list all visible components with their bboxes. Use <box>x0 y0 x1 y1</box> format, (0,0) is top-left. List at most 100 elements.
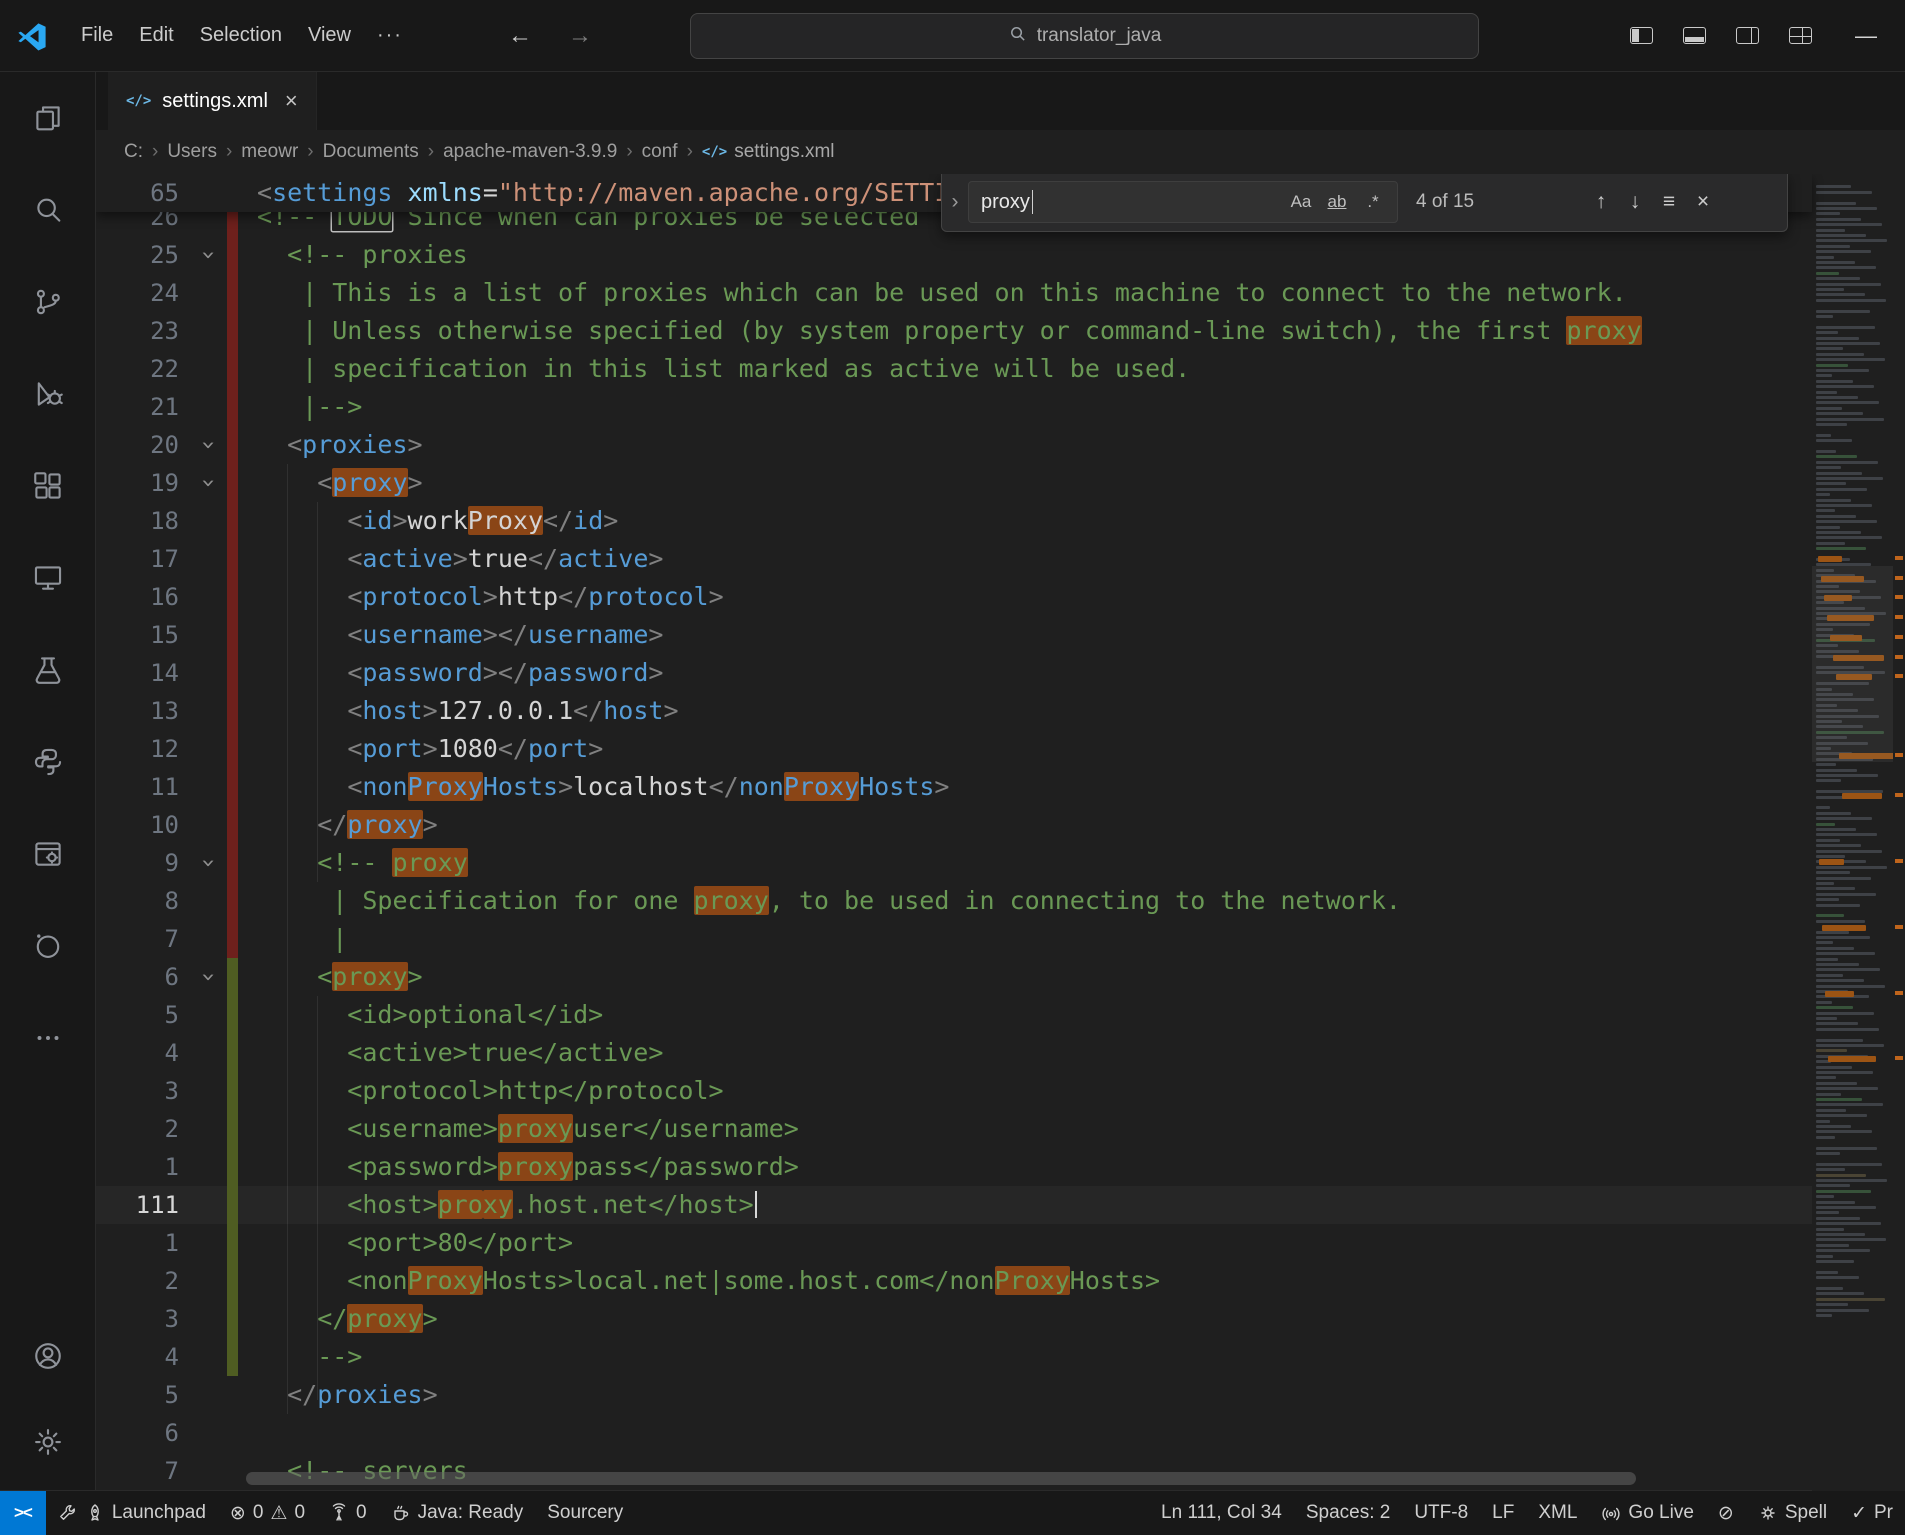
breadcrumb-item[interactable]: apache-maven-3.9.9 <box>443 141 617 163</box>
code-line[interactable]: 6 <box>96 1414 1812 1452</box>
breadcrumb-item[interactable]: conf <box>642 141 678 163</box>
line-number[interactable]: 8 <box>96 882 191 920</box>
line-number[interactable]: 15 <box>96 616 191 654</box>
code-line[interactable]: 3 <protocol>http</protocol> <box>96 1072 1812 1110</box>
overview-ruler[interactable] <box>1893 174 1905 1491</box>
activity-more-icon[interactable] <box>0 992 95 1084</box>
layout-primary-sidebar-icon[interactable] <box>1615 27 1668 44</box>
code-line[interactable]: 15 <username></username> <box>96 616 1812 654</box>
code-line[interactable]: 18 <id>workProxy</id> <box>96 502 1812 540</box>
code-line[interactable]: 11 <nonProxyHosts>localhost</nonProxyHos… <box>96 768 1812 806</box>
fold-chevron-down-icon[interactable]: › <box>191 844 227 882</box>
code-line[interactable]: 14 <password></password> <box>96 654 1812 692</box>
fold-chevron-down-icon[interactable]: › <box>191 958 227 996</box>
line-number[interactable]: 111 <box>96 1186 191 1224</box>
line-number[interactable]: 7 <box>96 920 191 958</box>
line-number[interactable]: 7 <box>96 1452 191 1490</box>
activity-jupyter-icon[interactable] <box>0 900 95 992</box>
status-spell-checker[interactable]: Spell <box>1746 1491 1839 1535</box>
line-number[interactable]: 65 <box>96 174 191 212</box>
code-line[interactable]: 5 <id>optional</id> <box>96 996 1812 1034</box>
breadcrumb-file[interactable]: </>settings.xml <box>702 141 835 163</box>
line-number[interactable]: 21 <box>96 388 191 426</box>
code-line[interactable]: 4 <active>true</active> <box>96 1034 1812 1072</box>
code-line[interactable]: 4 --> <box>96 1338 1812 1376</box>
code-line[interactable]: 1 <password>proxypass</password> <box>96 1148 1812 1186</box>
fold-chevron-down-icon[interactable]: › <box>191 426 227 464</box>
line-number[interactable]: 5 <box>96 996 191 1034</box>
find-next-icon[interactable]: ↓ <box>1618 185 1652 219</box>
menu-view[interactable]: View <box>295 18 364 53</box>
line-number[interactable]: 19 <box>96 464 191 502</box>
status-java-status[interactable]: Java: Ready <box>379 1491 536 1535</box>
back-icon[interactable]: ← <box>508 22 532 50</box>
status-prettier[interactable]: ✓Pr <box>1839 1491 1905 1535</box>
code-line[interactable]: 6› <proxy> <box>96 958 1812 996</box>
status-launchpad[interactable]: Launchpad <box>46 1491 218 1535</box>
fold-chevron-down-icon[interactable]: › <box>191 236 227 274</box>
code-line[interactable]: 1 <port>80</port> <box>96 1224 1812 1262</box>
line-number[interactable]: 10 <box>96 806 191 844</box>
code-line[interactable]: 5 </proxies> <box>96 1376 1812 1414</box>
find-previous-icon[interactable]: ↑ <box>1584 185 1618 219</box>
find-toggle-replace-icon[interactable]: › <box>942 174 968 231</box>
status-cursor-position[interactable]: Ln 111, Col 34 <box>1149 1491 1294 1535</box>
status-remote-indicator[interactable]: >< <box>0 1491 46 1535</box>
code-line[interactable]: 13 <host>127.0.0.1</host> <box>96 692 1812 730</box>
menu-file[interactable]: File <box>68 18 126 53</box>
activity-source-control-icon[interactable] <box>0 256 95 348</box>
line-number[interactable]: 3 <box>96 1300 191 1338</box>
code-line[interactable]: 2 <nonProxyHosts>local.net|some.host.com… <box>96 1262 1812 1300</box>
status-sync-off[interactable]: ⊘ <box>1706 1491 1746 1535</box>
status-indentation[interactable]: Spaces: 2 <box>1294 1491 1403 1535</box>
code-line[interactable]: 10 </proxy> <box>96 806 1812 844</box>
find-in-selection-icon[interactable]: ≡ <box>1652 185 1686 219</box>
forward-icon[interactable]: → <box>568 22 592 50</box>
line-number[interactable]: 9 <box>96 844 191 882</box>
status-eol[interactable]: LF <box>1480 1491 1526 1535</box>
breadcrumb-item[interactable]: Users <box>167 141 217 163</box>
line-number[interactable]: 5 <box>96 1376 191 1414</box>
menu-edit[interactable]: Edit <box>126 18 186 53</box>
line-number[interactable]: 23 <box>96 312 191 350</box>
minimap[interactable] <box>1812 174 1893 1491</box>
layout-secondary-sidebar-icon[interactable] <box>1721 27 1774 44</box>
regex-icon[interactable]: .* <box>1355 186 1391 218</box>
line-number[interactable]: 11 <box>96 768 191 806</box>
line-number[interactable]: 17 <box>96 540 191 578</box>
line-number[interactable]: 2 <box>96 1262 191 1300</box>
line-number[interactable]: 13 <box>96 692 191 730</box>
code-line[interactable]: 8 | Specification for one proxy, to be u… <box>96 882 1812 920</box>
status-problems[interactable]: ⊗0⚠0 <box>218 1491 317 1535</box>
menu-more-icon[interactable]: ··· <box>364 18 416 53</box>
line-number[interactable]: 20 <box>96 426 191 464</box>
line-number[interactable]: 25 <box>96 236 191 274</box>
activity-account-icon[interactable] <box>0 1313 95 1399</box>
layout-panel-icon[interactable] <box>1668 27 1721 44</box>
activity-python-icon[interactable] <box>0 716 95 808</box>
code-line[interactable]: 16 <protocol>http</protocol> <box>96 578 1812 616</box>
line-number[interactable]: 24 <box>96 274 191 312</box>
code-line[interactable]: 111 <host>proxy.host.net</host> <box>96 1186 1812 1224</box>
activity-remote-explorer-icon[interactable] <box>0 532 95 624</box>
line-number[interactable]: 3 <box>96 1072 191 1110</box>
line-number[interactable]: 4 <box>96 1034 191 1072</box>
layout-customize-icon[interactable] <box>1774 27 1827 44</box>
activity-search-icon[interactable] <box>0 164 95 256</box>
line-number[interactable]: 1 <box>96 1224 191 1262</box>
line-number[interactable]: 6 <box>96 958 191 996</box>
activity-testing-icon[interactable] <box>0 624 95 716</box>
code-line[interactable]: 25› <!-- proxies <box>96 236 1812 274</box>
fold-chevron-down-icon[interactable]: › <box>191 464 227 502</box>
activity-run-debug-icon[interactable] <box>0 348 95 440</box>
code-line[interactable]: 22 | specification in this list marked a… <box>96 350 1812 388</box>
code-line[interactable]: 19› <proxy> <box>96 464 1812 502</box>
line-number[interactable]: 12 <box>96 730 191 768</box>
activity-tools-gear-icon[interactable] <box>0 808 95 900</box>
code-line[interactable]: 7 | <box>96 920 1812 958</box>
horizontal-scrollbar[interactable] <box>246 1472 1636 1485</box>
line-number[interactable]: 16 <box>96 578 191 616</box>
code-area[interactable]: 26<!-- TODO Since when can proxies be se… <box>96 198 1812 1490</box>
status-ports[interactable]: 0 <box>317 1491 379 1535</box>
code-line[interactable]: 9› <!-- proxy <box>96 844 1812 882</box>
